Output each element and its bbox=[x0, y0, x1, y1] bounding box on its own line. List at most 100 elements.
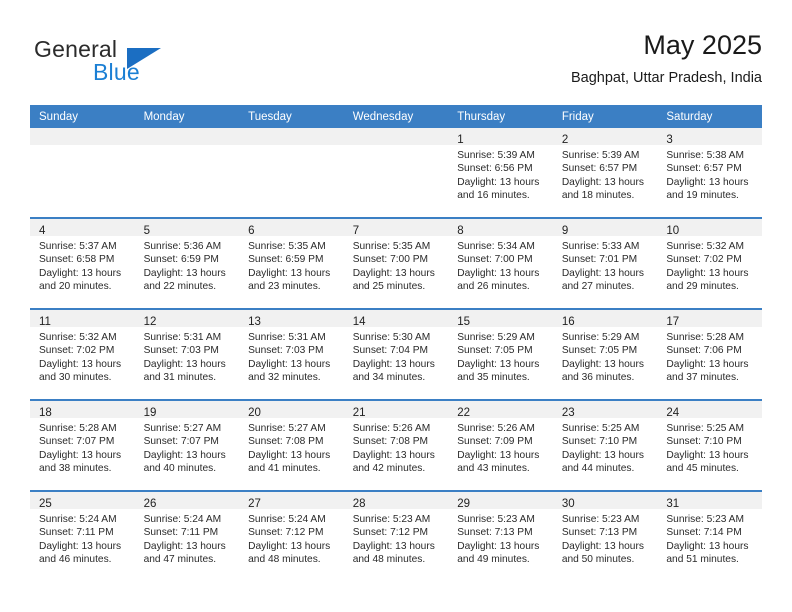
day-details: Sunrise: 5:36 AM Sunset: 6:59 PM Daylight:… bbox=[135, 236, 240, 294]
daylight-duration-line1: Daylight: 13 hours bbox=[666, 449, 749, 461]
calendar-day-cell[interactable]: 6 Sunrise: 5:35 AM Sunset: 6:59 PM Daylight… bbox=[239, 217, 344, 309]
calendar-day-cell[interactable]: 23 Sunrise: 5:25 AM Sunset: 7:10 PM Dayligh… bbox=[552, 399, 658, 491]
calendar-day-cell[interactable]: 28 Sunrise: 5:23 AM Sunset: 7:12 PM Dayligh… bbox=[343, 490, 449, 581]
calendar-day-cell[interactable]: 22 Sunrise: 5:26 AM Sunset: 7:09 PM Dayligh… bbox=[448, 399, 553, 491]
generalblue-logo[interactable]: General Blue bbox=[30, 36, 260, 92]
calendar-day-cell[interactable]: 20 Sunrise: 5:27 AM Sunset: 7:08 PM Dayligh… bbox=[239, 399, 344, 491]
day-number-band: 13 bbox=[239, 310, 344, 328]
calendar-day-cell[interactable]: 3 Sunrise: 5:38 AM Sunset: 6:57 PM Daylight… bbox=[657, 128, 762, 218]
calendar-day-cell[interactable]: 21 Sunrise: 5:26 AM Sunset: 7:08 PM Dayligh… bbox=[343, 399, 449, 491]
daylight-duration-line2: and 25 minutes. bbox=[352, 281, 426, 293]
calendar-day-cell[interactable]: 12 Sunrise: 5:31 AM Sunset: 7:03 PM Dayligh… bbox=[134, 308, 240, 400]
day-details: Sunrise: 5:23 AM Sunset: 7:12 PM Daylight:… bbox=[344, 509, 449, 567]
daylight-duration-line1: Daylight: 13 hours bbox=[352, 540, 435, 552]
day-number: 21 bbox=[352, 407, 366, 419]
day-number: 7 bbox=[352, 225, 360, 237]
daylight-duration-line1: Daylight: 13 hours bbox=[352, 358, 435, 370]
day-details: Sunrise: 5:28 AM Sunset: 7:07 PM Daylight:… bbox=[30, 418, 135, 476]
calendar-day-cell[interactable]: 18 Sunrise: 5:28 AM Sunset: 7:07 PM Dayligh… bbox=[30, 399, 135, 491]
calendar-day-cell[interactable]: 8 Sunrise: 5:34 AM Sunset: 7:00 PM Daylight… bbox=[448, 217, 553, 309]
sunrise-time: Sunrise: 5:33 AM bbox=[561, 241, 640, 252]
calendar-day-cell[interactable]: 31 Sunrise: 5:23 AM Sunset: 7:14 PM Dayligh… bbox=[657, 490, 762, 581]
daylight-duration-line1: Daylight: 13 hours bbox=[457, 176, 540, 188]
day-number-band: 4 bbox=[30, 219, 135, 237]
day-number: 24 bbox=[666, 407, 680, 419]
day-number: 12 bbox=[143, 316, 157, 328]
calendar-day-cell[interactable]: 16 Sunrise: 5:29 AM Sunset: 7:05 PM Dayligh… bbox=[552, 308, 658, 400]
sunset-time: Sunset: 7:07 PM bbox=[39, 436, 115, 448]
day-number-band: 14 bbox=[343, 310, 449, 328]
day-number-band: 28 bbox=[343, 492, 449, 510]
sunrise-time: Sunrise: 5:39 AM bbox=[457, 150, 535, 161]
calendar-day-cell[interactable]: 26 Sunrise: 5:24 AM Sunset: 7:11 PM Dayligh… bbox=[134, 490, 240, 581]
calendar-week-row: 25 Sunrise: 5:24 AM Sunset: 7:11 PM Dayligh… bbox=[30, 490, 762, 581]
calendar-day-cell[interactable]: 5 Sunrise: 5:36 AM Sunset: 6:59 PM Daylight… bbox=[134, 217, 240, 309]
title-block: May 2025 Baghpat, Uttar Pradesh, India bbox=[571, 28, 762, 87]
day-number-band: 18 bbox=[30, 401, 135, 419]
calendar-body: 1 Sunrise: 5:39 AM Sunset: 6:56 PM Daylight… bbox=[30, 128, 762, 581]
day-number: 27 bbox=[248, 498, 261, 510]
day-details: Sunrise: 5:34 AM Sunset: 7:00 PM Daylight:… bbox=[448, 236, 553, 294]
daylight-duration-line1: Daylight: 13 hours bbox=[39, 358, 122, 370]
day-details: Sunrise: 5:32 AM Sunset: 7:02 PM Daylight:… bbox=[30, 327, 135, 385]
daylight-duration-line2: and 48 minutes. bbox=[352, 554, 426, 566]
calendar-week-row: 1 Sunrise: 5:39 AM Sunset: 6:56 PM Daylight… bbox=[30, 128, 762, 218]
daylight-duration-line1: Daylight: 13 hours bbox=[561, 267, 644, 279]
sunset-time: Sunset: 7:04 PM bbox=[352, 345, 429, 357]
sunrise-time: Sunrise: 5:38 AM bbox=[666, 150, 744, 161]
daylight-duration-line2: and 51 minutes. bbox=[666, 554, 739, 566]
day-details: Sunrise: 5:27 AM Sunset: 7:08 PM Daylight:… bbox=[239, 418, 344, 476]
day-number-band: 17 bbox=[657, 310, 762, 328]
day-number-band: 22 bbox=[448, 401, 553, 419]
calendar-day-cell[interactable]: 25 Sunrise: 5:24 AM Sunset: 7:11 PM Dayligh… bbox=[30, 490, 135, 581]
day-number: 4 bbox=[39, 225, 46, 237]
calendar-day-cell[interactable]: 14 Sunrise: 5:30 AM Sunset: 7:04 PM Dayligh… bbox=[343, 308, 449, 400]
calendar-day-cell[interactable]: 2 Sunrise: 5:39 AM Sunset: 6:57 PM Daylight… bbox=[552, 128, 658, 218]
sunrise-time: Sunrise: 5:37 AM bbox=[39, 241, 117, 252]
sunrise-time: Sunrise: 5:36 AM bbox=[143, 241, 222, 252]
calendar-day-cell[interactable]: 30 Sunrise: 5:23 AM Sunset: 7:13 PM Dayligh… bbox=[552, 490, 658, 581]
day-number-band: 26 bbox=[134, 492, 240, 510]
day-number: 18 bbox=[39, 407, 52, 419]
sunrise-time: Sunrise: 5:27 AM bbox=[143, 423, 222, 434]
calendar-day-cell[interactable]: 10 Sunrise: 5:32 AM Sunset: 7:02 PM Dayligh… bbox=[657, 217, 762, 309]
calendar-day-cell[interactable]: 27 Sunrise: 5:24 AM Sunset: 7:12 PM Dayligh… bbox=[239, 490, 344, 581]
weekday-header-sunday: Sunday bbox=[30, 105, 135, 128]
day-details: Sunrise: 5:23 AM Sunset: 7:13 PM Daylight:… bbox=[448, 509, 553, 567]
day-number: 19 bbox=[143, 407, 157, 419]
day-details: Sunrise: 5:28 AM Sunset: 7:06 PM Daylight:… bbox=[657, 327, 762, 385]
calendar-day-cell[interactable]: 15 Sunrise: 5:29 AM Sunset: 7:05 PM Dayligh… bbox=[448, 308, 553, 400]
day-number-band: 21 bbox=[343, 401, 449, 419]
calendar-day-cell[interactable]: 24 Sunrise: 5:25 AM Sunset: 7:10 PM Dayligh… bbox=[657, 399, 762, 491]
sunset-time: Sunset: 6:56 PM bbox=[457, 163, 533, 175]
day-number: 6 bbox=[248, 225, 255, 237]
calendar-day-cell[interactable]: 19 Sunrise: 5:27 AM Sunset: 7:07 PM Dayligh… bbox=[134, 399, 240, 491]
calendar-day-cell[interactable]: 1 Sunrise: 5:39 AM Sunset: 6:56 PM Daylight… bbox=[448, 128, 553, 218]
daylight-duration-line1: Daylight: 13 hours bbox=[561, 540, 644, 552]
day-details: Sunrise: 5:25 AM Sunset: 7:10 PM Daylight:… bbox=[657, 418, 762, 476]
day-number-band: 23 bbox=[552, 401, 658, 419]
day-number-band bbox=[134, 128, 240, 145]
daylight-duration-line2: and 29 minutes. bbox=[666, 281, 739, 293]
calendar-day-cell[interactable]: 29 Sunrise: 5:23 AM Sunset: 7:13 PM Dayligh… bbox=[448, 490, 553, 581]
calendar-day-cell[interactable]: 9 Sunrise: 5:33 AM Sunset: 7:01 PM Daylight… bbox=[552, 217, 658, 309]
calendar-day-cell[interactable]: 17 Sunrise: 5:28 AM Sunset: 7:06 PM Dayligh… bbox=[657, 308, 762, 400]
calendar-day-cell[interactable]: 13 Sunrise: 5:31 AM Sunset: 7:03 PM Dayligh… bbox=[239, 308, 344, 400]
daylight-duration-line2: and 42 minutes. bbox=[352, 463, 426, 475]
calendar-day-cell[interactable]: 4 Sunrise: 5:37 AM Sunset: 6:58 PM Daylight… bbox=[30, 217, 135, 309]
day-number-band bbox=[30, 128, 135, 145]
day-details: Sunrise: 5:27 AM Sunset: 7:07 PM Daylight:… bbox=[135, 418, 240, 476]
sunset-time: Sunset: 7:08 PM bbox=[248, 436, 324, 448]
daylight-duration-line2: and 20 minutes. bbox=[39, 281, 112, 293]
sunset-time: Sunset: 7:05 PM bbox=[457, 345, 533, 357]
weekday-header-thursday: Thursday bbox=[448, 105, 553, 128]
daylight-duration-line2: and 46 minutes. bbox=[39, 554, 112, 566]
day-details: Sunrise: 5:24 AM Sunset: 7:12 PM Daylight:… bbox=[239, 509, 344, 567]
sunset-time: Sunset: 7:10 PM bbox=[666, 436, 742, 448]
daylight-duration-line1: Daylight: 13 hours bbox=[352, 267, 435, 279]
page-subtitle: Baghpat, Uttar Pradesh, India bbox=[570, 70, 762, 86]
day-number-band: 27 bbox=[239, 492, 344, 510]
day-number: 10 bbox=[666, 225, 680, 237]
calendar-day-cell[interactable]: 7 Sunrise: 5:35 AM Sunset: 7:00 PM Daylight… bbox=[343, 217, 449, 309]
calendar-day-cell[interactable]: 11 Sunrise: 5:32 AM Sunset: 7:02 PM Dayligh… bbox=[30, 308, 135, 400]
